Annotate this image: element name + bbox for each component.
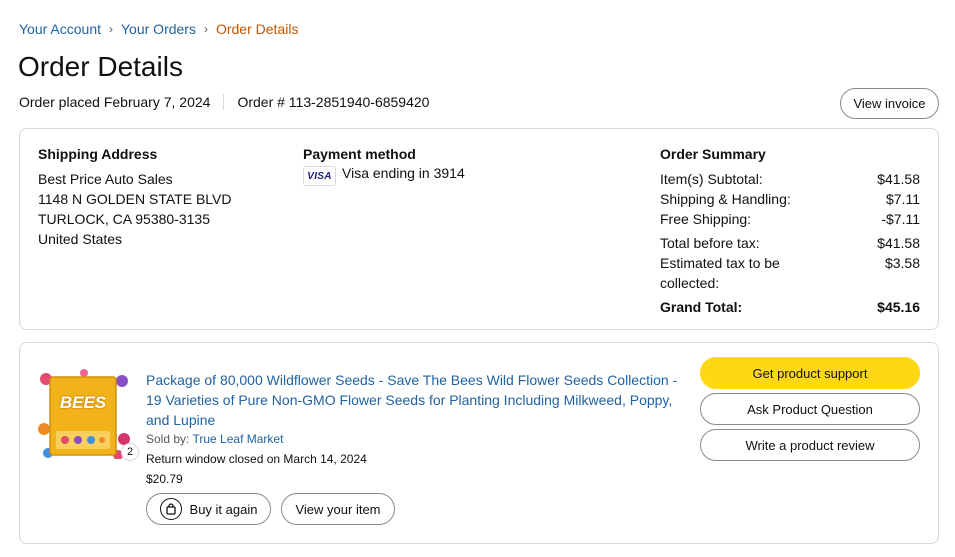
address-line: 1148 N GOLDEN STATE BLVD	[38, 191, 232, 207]
summary-row-estimated-tax: Estimated tax to be collected: $3.58	[660, 253, 920, 293]
summary-value: $41.58	[877, 235, 920, 251]
shipping-address: Best Price Auto Sales 1148 N GOLDEN STAT…	[38, 169, 231, 249]
sold-by-prefix: Sold by:	[146, 432, 193, 446]
seller-link[interactable]: True Leaf Market	[192, 432, 283, 446]
breadcrumb-your-orders[interactable]: Your Orders	[121, 21, 196, 37]
order-placed-date: Order placed February 7, 2024	[19, 94, 211, 110]
breadcrumb-current: Order Details	[215, 21, 299, 37]
order-info-card: Shipping Address Best Price Auto Sales 1…	[19, 128, 939, 330]
summary-value: $7.11	[886, 191, 920, 207]
order-summary-heading: Order Summary	[660, 146, 766, 162]
sold-by: Sold by: True Leaf Market	[146, 432, 283, 446]
summary-row-grand-total: Grand Total: $45.16	[660, 297, 920, 317]
breadcrumb-separator: ›	[109, 22, 113, 36]
address-line: Best Price Auto Sales	[38, 171, 173, 187]
return-window: Return window closed on March 14, 2024	[146, 452, 367, 466]
summary-label: Free Shipping:	[660, 211, 752, 227]
address-line: TURLOCK, CA 95380-3135	[38, 211, 210, 227]
buy-it-again-label: Buy it again	[189, 501, 258, 517]
breadcrumb-your-account[interactable]: Your Account	[19, 21, 101, 37]
ask-product-question-button[interactable]: Ask Product Question	[700, 393, 920, 425]
view-your-item-button[interactable]: View your item	[281, 493, 395, 525]
shipping-address-heading: Shipping Address	[38, 146, 158, 162]
summary-value: $3.58	[884, 255, 920, 271]
get-product-support-button[interactable]: Get product support	[700, 357, 920, 389]
write-product-review-button[interactable]: Write a product review	[700, 429, 920, 461]
meta-divider	[223, 94, 225, 110]
buy-again-icon	[159, 498, 182, 520]
breadcrumb-separator: ›	[203, 22, 208, 36]
seed-packet-image	[38, 369, 130, 460]
order-meta: Order placed February 7, 2024 Order # 11…	[19, 94, 429, 110]
payment-card-text: Visa ending in 3914	[342, 165, 465, 181]
order-summary: Item(s) Subtotal: $41.58 Shipping & Hand…	[660, 169, 920, 317]
summary-row-subtotal: Item(s) Subtotal: $41.58	[660, 169, 920, 189]
summary-label: Shipping & Handling:	[660, 191, 791, 207]
page-title: Order Details	[18, 51, 183, 82]
address-line: United States	[38, 231, 123, 247]
grand-total-label: Grand Total:	[660, 299, 743, 315]
summary-label: Estimated tax to be collected:	[660, 255, 780, 291]
summary-label: Item(s) Subtotal:	[660, 171, 763, 187]
summary-value: $41.58	[877, 171, 920, 187]
summary-row-free-shipping: Free Shipping: -$7.11	[660, 209, 920, 229]
grand-total-value: $45.16	[877, 299, 920, 315]
visa-card-icon: VISA	[303, 166, 336, 186]
order-item-card: BEES 2 Package of 80,000 Wildflower Seed…	[19, 342, 939, 544]
view-invoice-button[interactable]: View invoice	[840, 88, 939, 119]
payment-method-heading: Payment method	[303, 146, 416, 162]
quantity-badge: 2	[121, 443, 139, 461]
packet-label: BEES	[59, 393, 107, 412]
summary-row-total-before-tax: Total before tax: $41.58	[660, 233, 920, 253]
product-title-link[interactable]: Package of 80,000 Wildflower Seeds - Sav…	[146, 370, 686, 430]
summary-label: Total before tax:	[660, 235, 760, 251]
breadcrumb: Your Account › Your Orders › Order Detai…	[19, 21, 298, 37]
item-price: $20.79	[146, 472, 183, 486]
order-number: Order # 113-2851940-6859420	[237, 94, 430, 110]
product-image[interactable]: BEES	[38, 369, 130, 460]
buy-it-again-button[interactable]: Buy it again	[146, 493, 271, 525]
summary-value: -$7.11	[881, 211, 920, 227]
summary-row-shipping: Shipping & Handling: $7.11	[660, 189, 920, 209]
